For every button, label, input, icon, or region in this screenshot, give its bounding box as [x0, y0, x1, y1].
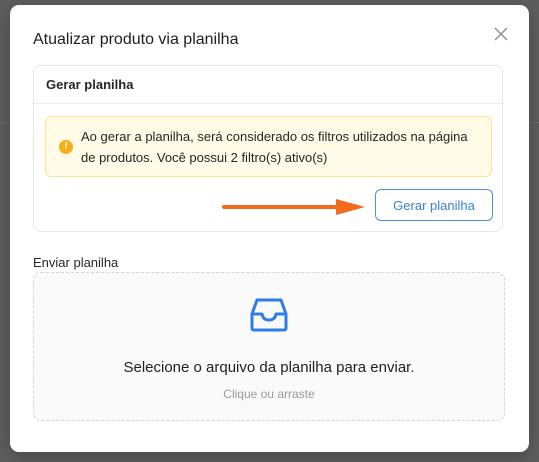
upload-hint: Clique ou arraste	[223, 387, 315, 401]
generate-spreadsheet-card: Gerar planilha ! Ao gerar a planilha, se…	[33, 65, 503, 232]
inbox-icon	[250, 298, 288, 332]
close-button[interactable]	[490, 23, 512, 45]
close-icon	[494, 27, 508, 41]
filter-warning-alert: ! Ao gerar a planilha, será considerado …	[45, 116, 492, 177]
generate-spreadsheet-button[interactable]: Gerar planilha	[375, 189, 493, 221]
upload-section-label: Enviar planilha	[33, 255, 119, 270]
upload-instruction: Selecione o arquivo da planilha para env…	[123, 359, 415, 376]
annotation-arrow-icon	[222, 199, 365, 215]
update-product-modal: Atualizar produto via planilha Gerar pla…	[10, 5, 529, 452]
alert-message: Ao gerar a planilha, será considerado os…	[81, 129, 468, 165]
backdrop-divider	[529, 122, 539, 123]
exclamation-circle-icon: !	[59, 140, 73, 154]
upload-dropzone[interactable]: Selecione o arquivo da planilha para env…	[33, 272, 505, 421]
modal-title: Atualizar produto via planilha	[33, 31, 239, 48]
backdrop-divider	[0, 122, 10, 123]
card-title: Gerar planilha	[34, 66, 502, 104]
